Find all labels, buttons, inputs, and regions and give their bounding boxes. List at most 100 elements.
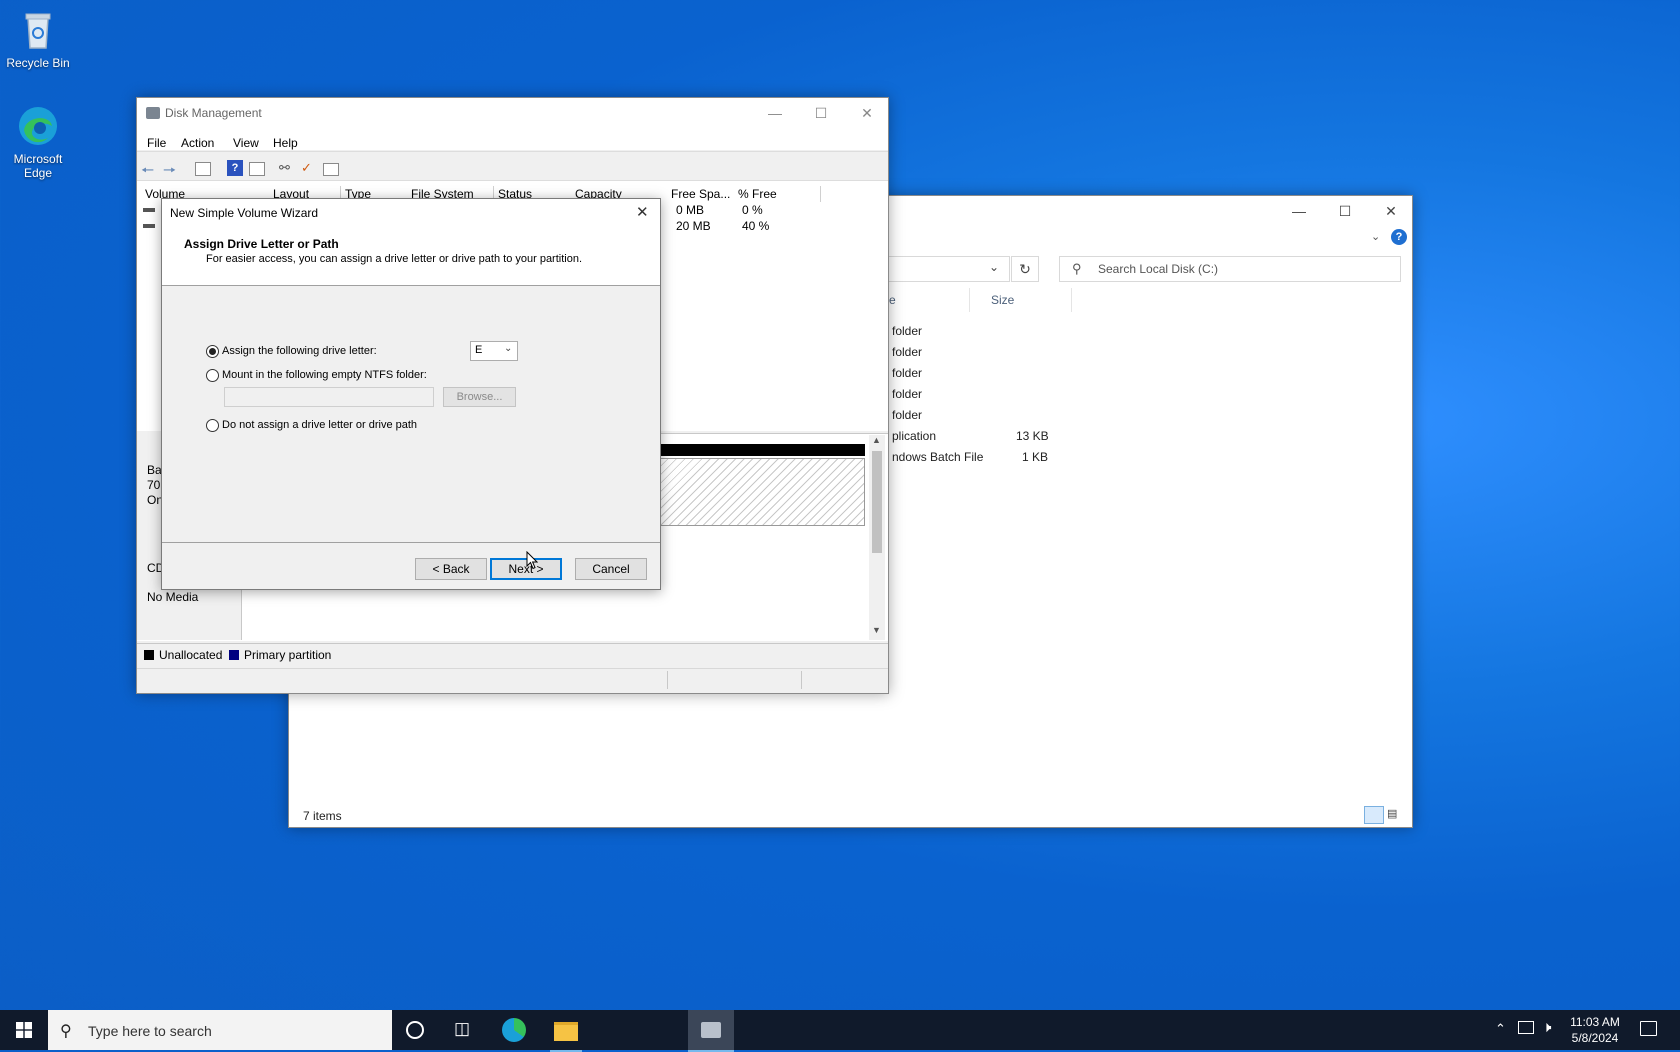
taskbar-file-explorer-icon[interactable] [550, 1010, 582, 1052]
chevron-down-icon: ⌄ [504, 343, 513, 354]
clock[interactable]: 11:03 AM 5/8/2024 [1560, 1014, 1630, 1046]
maximize-button[interactable]: ☐ [798, 98, 844, 128]
browse-button[interactable]: Browse... [443, 387, 516, 407]
scroll-thumb[interactable] [872, 451, 882, 553]
legend-label-unallocated: Unallocated [159, 648, 223, 662]
address-bar[interactable]: ⌄ [889, 256, 1010, 282]
wizard-header-panel: Assign Drive Letter or Path For easier a… [162, 227, 660, 286]
list-item[interactable]: folder [892, 408, 922, 428]
column-header-name[interactable]: e [889, 288, 970, 312]
chevron-down-icon[interactable]: ⌄ [989, 260, 999, 274]
list-item[interactable]: plication 13 KB [892, 429, 1049, 449]
search-icon: ⚲ [1072, 261, 1082, 276]
scroll-down-icon[interactable]: ▼ [872, 625, 881, 635]
column-header-free-space[interactable]: Free Spa... [667, 186, 735, 202]
mouse-cursor-icon [526, 551, 538, 570]
close-button[interactable]: ✕ [844, 98, 890, 128]
ntfs-folder-path-input[interactable] [224, 387, 434, 407]
list-item[interactable]: ndows Batch File 1 KB [892, 450, 1048, 470]
wizard-subheading: For easier access, you can assign a driv… [206, 253, 583, 265]
check-icon[interactable]: ✓ [301, 160, 317, 176]
scroll-up-icon[interactable]: ▲ [872, 435, 881, 445]
search-box[interactable]: ⚲ Search Local Disk (C:) [1059, 256, 1401, 282]
show-hide-console-icon[interactable] [195, 162, 211, 176]
vertical-scrollbar[interactable]: ▲ ▼ [869, 435, 885, 640]
wizard-heading: Assign Drive Letter or Path [184, 237, 339, 251]
unallocated-partition-block[interactable] [659, 458, 865, 526]
cancel-button[interactable]: Cancel [575, 558, 647, 580]
taskbar-search-box[interactable]: ⚲ Type here to search [48, 1010, 392, 1050]
no-drive-letter-label[interactable]: Do not assign a drive letter or drive pa… [222, 419, 417, 431]
connect-icon[interactable]: ⚯ [279, 160, 295, 176]
wizard-footer-divider [162, 542, 660, 543]
clock-time: 11:03 AM [1570, 1015, 1620, 1029]
list-item[interactable]: folder [892, 387, 922, 407]
drive-letter-value: E [475, 344, 483, 356]
table-cell-percent: 0 % [742, 203, 763, 217]
desktop-icon-label: Microsoft Edge [13, 152, 63, 180]
menu-action[interactable]: Action [181, 136, 214, 150]
menu-view[interactable]: View [233, 136, 259, 150]
volume-row-icon [143, 224, 155, 228]
minimize-button[interactable]: — [752, 98, 798, 128]
maximize-button[interactable]: ☐ [1322, 196, 1368, 226]
column-header-size[interactable]: Size [991, 288, 1072, 312]
taskbar-edge-icon[interactable] [502, 1018, 526, 1042]
properties-icon[interactable] [249, 162, 265, 176]
minimize-button[interactable]: — [1276, 196, 1322, 226]
close-button[interactable]: ✕ [1368, 196, 1414, 226]
refresh-button[interactable]: ↻ [1011, 256, 1039, 282]
taskbar: ⚲ Type here to search ◫ ⌃ 🕨 11:03 AM 5/8… [0, 1010, 1680, 1052]
taskbar-disk-management-icon[interactable] [688, 1010, 734, 1052]
forward-arrow-icon[interactable]: 🠖 [163, 160, 179, 179]
edge-icon [16, 104, 60, 148]
desktop-icon-recycle-bin[interactable]: Recycle Bin [0, 8, 76, 70]
list-item[interactable]: folder [892, 324, 922, 344]
desktop-icon-edge[interactable]: Microsoft Edge [0, 104, 76, 180]
window-title: Disk Management [165, 106, 262, 120]
assign-drive-letter-radio[interactable] [206, 345, 219, 358]
cortana-icon[interactable] [406, 1021, 424, 1039]
disk-management-titlebar[interactable]: Disk Management — ☐ ✕ [137, 98, 888, 128]
cdrom-status: No Media [147, 590, 199, 604]
column-header-percent-free[interactable]: % Free [734, 186, 821, 202]
help-book-icon[interactable]: ? [227, 160, 243, 176]
menu-file[interactable]: File [147, 136, 166, 150]
recycle-bin-icon [16, 8, 60, 52]
new-simple-volume-wizard[interactable]: New Simple Volume Wizard ✕ Assign Drive … [161, 198, 661, 590]
start-button[interactable] [0, 1010, 48, 1050]
disk-management-app-icon [146, 107, 160, 119]
list-item[interactable]: folder [892, 366, 922, 386]
search-icon: ⚲ [60, 1023, 72, 1040]
back-button[interactable]: < Back [415, 558, 487, 580]
wizard-titlebar[interactable]: New Simple Volume Wizard ✕ [162, 199, 660, 227]
tiles-view-icon[interactable]: ▤ [1387, 807, 1403, 821]
task-view-icon[interactable]: ◫ [454, 1019, 470, 1039]
help-icon[interactable]: ? [1391, 229, 1407, 245]
volume-row-icon [143, 208, 155, 212]
windows-logo-icon [16, 1022, 32, 1038]
mount-ntfs-folder-label[interactable]: Mount in the following empty NTFS folder… [222, 369, 427, 381]
console-window-icon[interactable] [323, 163, 339, 176]
mount-ntfs-folder-radio[interactable] [206, 369, 219, 382]
legend-swatch-primary [229, 650, 239, 660]
list-item[interactable]: folder [892, 345, 922, 365]
details-view-icon[interactable] [1364, 806, 1384, 824]
status-item-count: 7 items [303, 809, 342, 823]
close-icon[interactable]: ✕ [636, 203, 649, 221]
disk-0-type: Ba [147, 463, 162, 477]
back-arrow-icon[interactable]: 🠔 [141, 160, 157, 179]
drive-letter-select[interactable]: E ⌄ [470, 341, 518, 361]
no-drive-letter-radio[interactable] [206, 419, 219, 432]
network-icon[interactable] [1518, 1021, 1534, 1034]
show-hidden-icons-icon[interactable]: ⌃ [1495, 1021, 1506, 1037]
volume-muted-icon[interactable]: 🕨 [1542, 1019, 1551, 1036]
desktop-icon-label: Recycle Bin [6, 56, 70, 70]
ribbon-expand-icon[interactable]: ⌄ [1371, 230, 1380, 243]
menu-help[interactable]: Help [273, 136, 298, 150]
table-cell-free: 0 MB [676, 203, 705, 217]
notifications-icon[interactable] [1640, 1021, 1657, 1036]
legend-label-primary: Primary partition [244, 648, 332, 662]
assign-drive-letter-label[interactable]: Assign the following drive letter: [222, 345, 377, 357]
table-cell-free: 20 MB [676, 219, 711, 233]
